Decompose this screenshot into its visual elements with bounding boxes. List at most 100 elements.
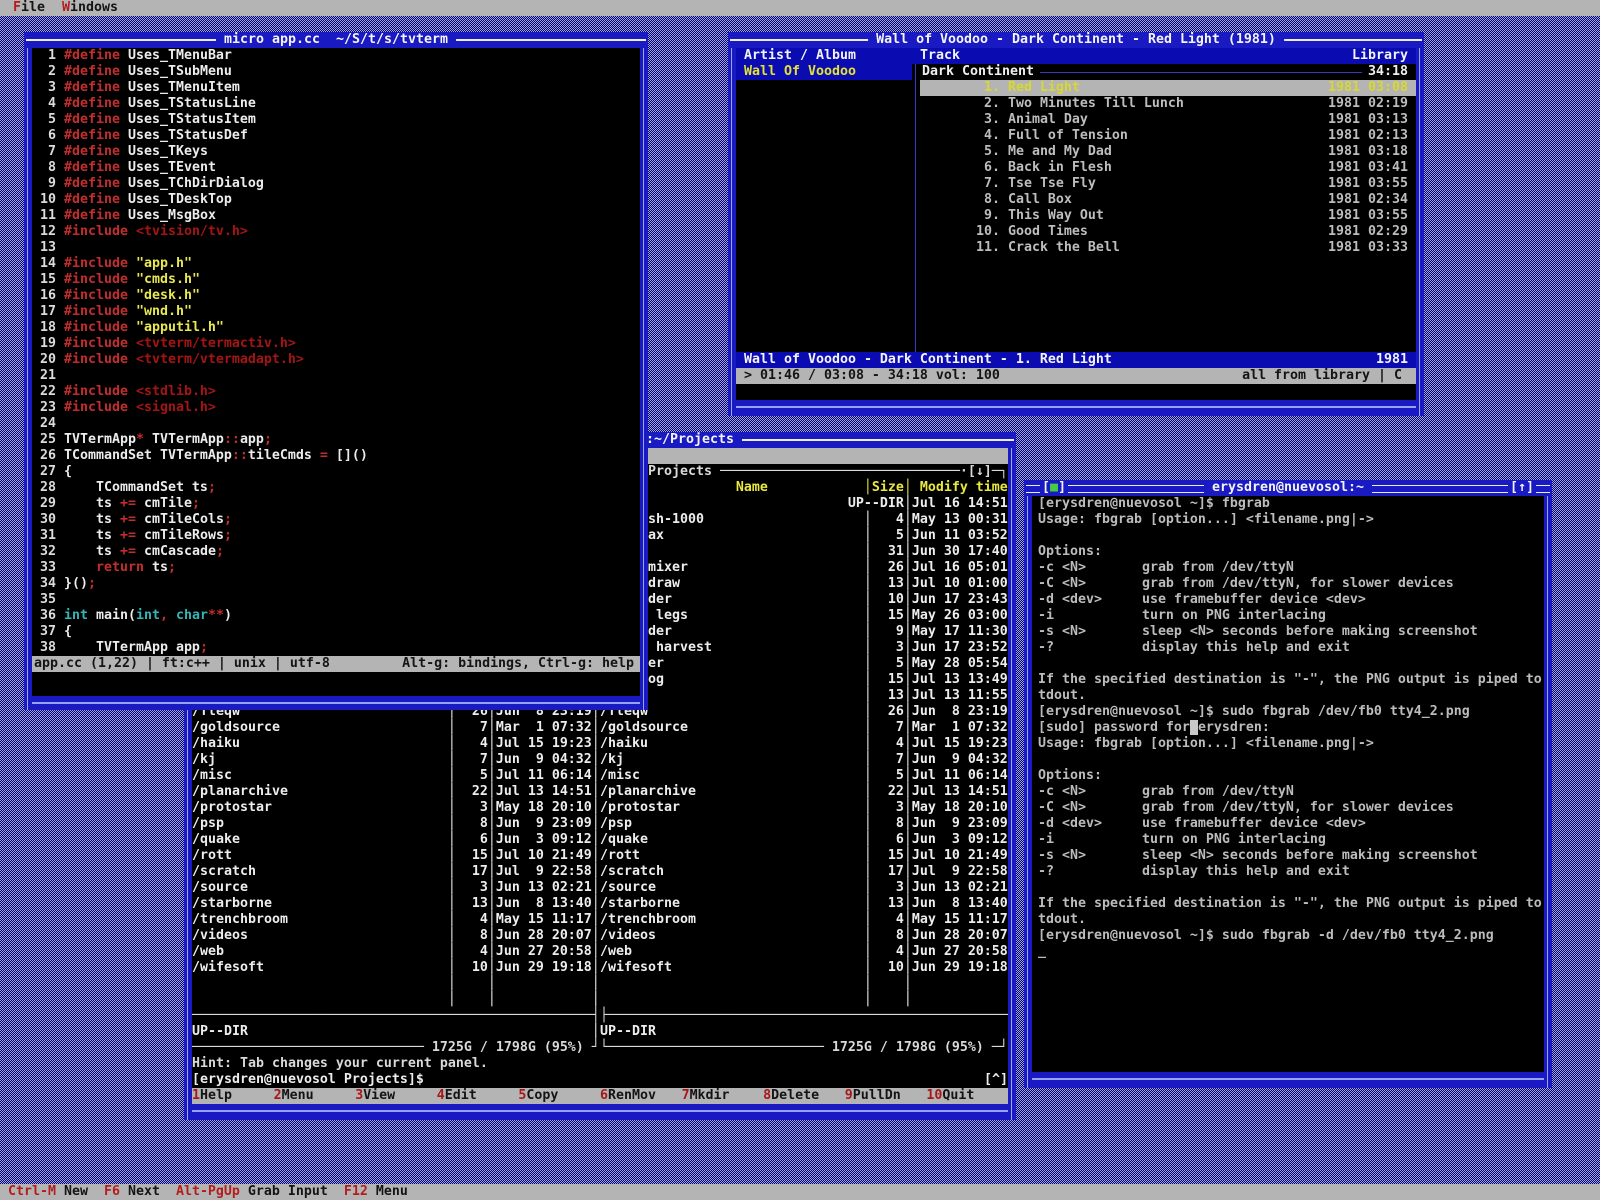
- statusbar-action[interactable]: New: [56, 1184, 104, 1199]
- file-row[interactable]: /psp │ 8│Jun 9 23:09: [600, 816, 1008, 832]
- artist-row-selected[interactable]: Wall Of Voodoo: [736, 64, 912, 80]
- mc-prompt[interactable]: [erysdren@nuevosol Projects]$: [192, 1072, 1008, 1088]
- code-line[interactable]: 36 int main(int, char**): [32, 608, 640, 624]
- code-line[interactable]: 23 #include <signal.h>: [32, 400, 640, 416]
- code-line[interactable]: 16 #include "desk.h": [32, 288, 640, 304]
- file-row[interactable]: /starborne │ 13│Jun 8 13:40: [600, 896, 1008, 912]
- track-list[interactable]: Dark Continent 34:18 1. Red Light1981 03…: [920, 64, 1416, 256]
- file-row[interactable]: UP--DIR│Jul 16 14:51: [600, 496, 1008, 512]
- mc-command-line[interactable]: [erysdren@nuevosol Projects]$ [^]: [192, 1072, 1008, 1088]
- file-row[interactable]: /rott │ 15│Jul 10 21:49│: [192, 848, 600, 864]
- code-line[interactable]: 2 #define Uses_TSubMenu: [32, 64, 640, 80]
- code-line[interactable]: 34 }();: [32, 576, 640, 592]
- mc-history-widget[interactable]: [^]: [984, 1072, 1008, 1088]
- function-key-view[interactable]: 3View: [355, 1088, 437, 1104]
- code-line[interactable]: 14 #include "app.h": [32, 256, 640, 272]
- code-line[interactable]: 7 #define Uses_TKeys: [32, 144, 640, 160]
- function-key-renmov[interactable]: 6RenMov: [600, 1088, 682, 1104]
- function-key-copy[interactable]: 5Copy: [518, 1088, 600, 1104]
- file-row[interactable]: harvest │ 3│Jun 17 23:52: [600, 640, 1008, 656]
- track-row[interactable]: 3. Animal Day1981 03:13: [920, 112, 1416, 128]
- file-row[interactable]: /haiku │ 4│Jul 15 19:23│: [192, 736, 600, 752]
- code-line[interactable]: 38 TVTermApp app;: [32, 640, 640, 656]
- file-row[interactable]: /web │ 4│Jun 27 20:58: [600, 944, 1008, 960]
- music-titlebar[interactable]: Wall of Voodoo - Dark Continent - Red Li…: [728, 32, 1424, 48]
- file-row[interactable]: │ 13│Jul 13 11:55: [600, 688, 1008, 704]
- file-row[interactable]: /psp │ 8│Jun 9 23:09│: [192, 816, 600, 832]
- function-key-pulldn[interactable]: 9PullDn: [845, 1088, 927, 1104]
- file-row[interactable]: /misc │ 5│Jul 11 06:14: [600, 768, 1008, 784]
- code-line[interactable]: 19 #include <tvterm/termactiv.h>: [32, 336, 640, 352]
- file-row[interactable]: /protostar │ 3│May 18 20:10: [600, 800, 1008, 816]
- file-row[interactable]: er │ 5│May 28 05:54: [600, 656, 1008, 672]
- code-line[interactable]: 10 #define Uses_TDeskTop: [32, 192, 640, 208]
- code-line[interactable]: 6 #define Uses_TStatusDef: [32, 128, 640, 144]
- code-line[interactable]: 26 TCommandSet TVTermApp::tileCmds = [](…: [32, 448, 640, 464]
- file-row[interactable]: /scratch │ 17│Jul 9 22:58│: [192, 864, 600, 880]
- music-player-window[interactable]: Wall of Voodoo - Dark Continent - Red Li…: [728, 32, 1424, 416]
- code-line[interactable]: 15 #include "cmds.h": [32, 272, 640, 288]
- file-row[interactable]: /scratch │ 17│Jul 9 22:58: [600, 864, 1008, 880]
- statusbar-key[interactable]: Alt-PgUp: [176, 1184, 240, 1199]
- function-key-quit[interactable]: 10Quit: [926, 1088, 1008, 1104]
- mc-right-panel[interactable]: ┌── ~/Projects ─────────────────────────…: [600, 464, 1008, 1056]
- file-row[interactable]: sh-1000 │ 4│May 13 00:31: [600, 512, 1008, 528]
- code-line[interactable]: 17 #include "wnd.h": [32, 304, 640, 320]
- code-line[interactable]: 28 TCommandSet ts;: [32, 480, 640, 496]
- track-row[interactable]: 9. This Way Out1981 03:55: [920, 208, 1416, 224]
- function-key-delete[interactable]: 8Delete: [763, 1088, 845, 1104]
- file-row[interactable]: og │ 15│Jul 13 13:49: [600, 672, 1008, 688]
- code-line[interactable]: 32 ts += cmCascade;: [32, 544, 640, 560]
- file-row[interactable]: /planarchive │ 22│Jul 13 14:51│: [192, 784, 600, 800]
- code-line[interactable]: 30 ts += cmTileCols;: [32, 512, 640, 528]
- artist-list[interactable]: Wall Of Voodoo: [736, 64, 912, 80]
- file-row[interactable]: der │ 10│Jun 17 23:43: [600, 592, 1008, 608]
- code-line[interactable]: 27 {: [32, 464, 640, 480]
- statusbar-key[interactable]: F12: [344, 1184, 368, 1199]
- function-key-edit[interactable]: 4Edit: [437, 1088, 519, 1104]
- code-line[interactable]: 37 {: [32, 624, 640, 640]
- editor-window[interactable]: micro app.cc ~/S/t/s/tvterm 1 #define Us…: [24, 32, 648, 710]
- file-row[interactable]: /videos │ 8│Jun 28 20:07│: [192, 928, 600, 944]
- file-row[interactable]: /goldsource │ 7│Mar 1 07:32: [600, 720, 1008, 736]
- file-row[interactable]: /videos │ 8│Jun 28 20:07: [600, 928, 1008, 944]
- code-line[interactable]: 1 #define Uses_TMenuBar: [32, 48, 640, 64]
- code-line[interactable]: 18 #include "apputil.h": [32, 320, 640, 336]
- file-row[interactable]: legs │ 15│May 26 03:00: [600, 608, 1008, 624]
- menu-item-windows[interactable]: Windows: [62, 0, 118, 15]
- file-row[interactable]: /kj │ 7│Jun 9 04:32│: [192, 752, 600, 768]
- track-row[interactable]: 7. Tse Tse Fly1981 03:55: [920, 176, 1416, 192]
- terminal-content[interactable]: [erysdren@nuevosol ~]$ fbgrabUsage: fbgr…: [1032, 496, 1544, 1072]
- code-line[interactable]: 4 #define Uses_TStatusLine: [32, 96, 640, 112]
- statusbar-action[interactable]: Grab Input: [240, 1184, 344, 1199]
- zoom-button[interactable]: [↑]: [1508, 480, 1536, 496]
- file-row[interactable]: /quake │ 6│Jun 3 09:12: [600, 832, 1008, 848]
- file-row[interactable]: │ 31│Jun 30 17:40: [600, 544, 1008, 560]
- file-row[interactable]: /kj │ 7│Jun 9 04:32: [600, 752, 1008, 768]
- function-key-menu[interactable]: 2Menu: [274, 1088, 356, 1104]
- file-row[interactable]: draw │ 13│Jul 10 01:00: [600, 576, 1008, 592]
- code-line[interactable]: 24: [32, 416, 640, 432]
- code-line[interactable]: 33 return ts;: [32, 560, 640, 576]
- file-row[interactable]: /quake │ 6│Jun 3 09:12│: [192, 832, 600, 848]
- menu-item-file[interactable]: File: [13, 0, 45, 15]
- code-line[interactable]: 12 #include <tvision/tv.h>: [32, 224, 640, 240]
- code-line[interactable]: 31 ts += cmTileRows;: [32, 528, 640, 544]
- editor-titlebar[interactable]: micro app.cc ~/S/t/s/tvterm: [24, 32, 648, 48]
- file-row[interactable]: der │ 9│May 17 11:30: [600, 624, 1008, 640]
- editor-text-area[interactable]: 1 #define Uses_TMenuBar 2 #define Uses_T…: [32, 48, 640, 656]
- code-line[interactable]: 22 #include <stdlib.h>: [32, 384, 640, 400]
- file-row[interactable]: /misc │ 5│Jul 11 06:14│: [192, 768, 600, 784]
- file-row[interactable]: /starborne │ 13│Jun 8 13:40│: [192, 896, 600, 912]
- statusbar-action[interactable]: Next: [120, 1184, 176, 1199]
- terminal-window[interactable]: erysdren@nuevosol:~ [■] [↑] [erysdren@nu…: [1024, 480, 1552, 1088]
- file-row[interactable]: /trenchbroom │ 4│May 15 11:17: [600, 912, 1008, 928]
- track-row[interactable]: 8. Call Box1981 02:34: [920, 192, 1416, 208]
- file-row[interactable]: ax │ 5│Jun 11 03:52: [600, 528, 1008, 544]
- track-row[interactable]: 6. Back in Flesh1981 03:41: [920, 160, 1416, 176]
- track-row[interactable]: 2. Two Minutes Till Lunch1981 02:19: [920, 96, 1416, 112]
- file-row[interactable]: /planarchive │ 22│Jul 13 14:51: [600, 784, 1008, 800]
- close-button[interactable]: [■]: [1040, 480, 1068, 496]
- function-key-help[interactable]: 1Help: [192, 1088, 274, 1104]
- track-row[interactable]: 10. Good Times1981 02:29: [920, 224, 1416, 240]
